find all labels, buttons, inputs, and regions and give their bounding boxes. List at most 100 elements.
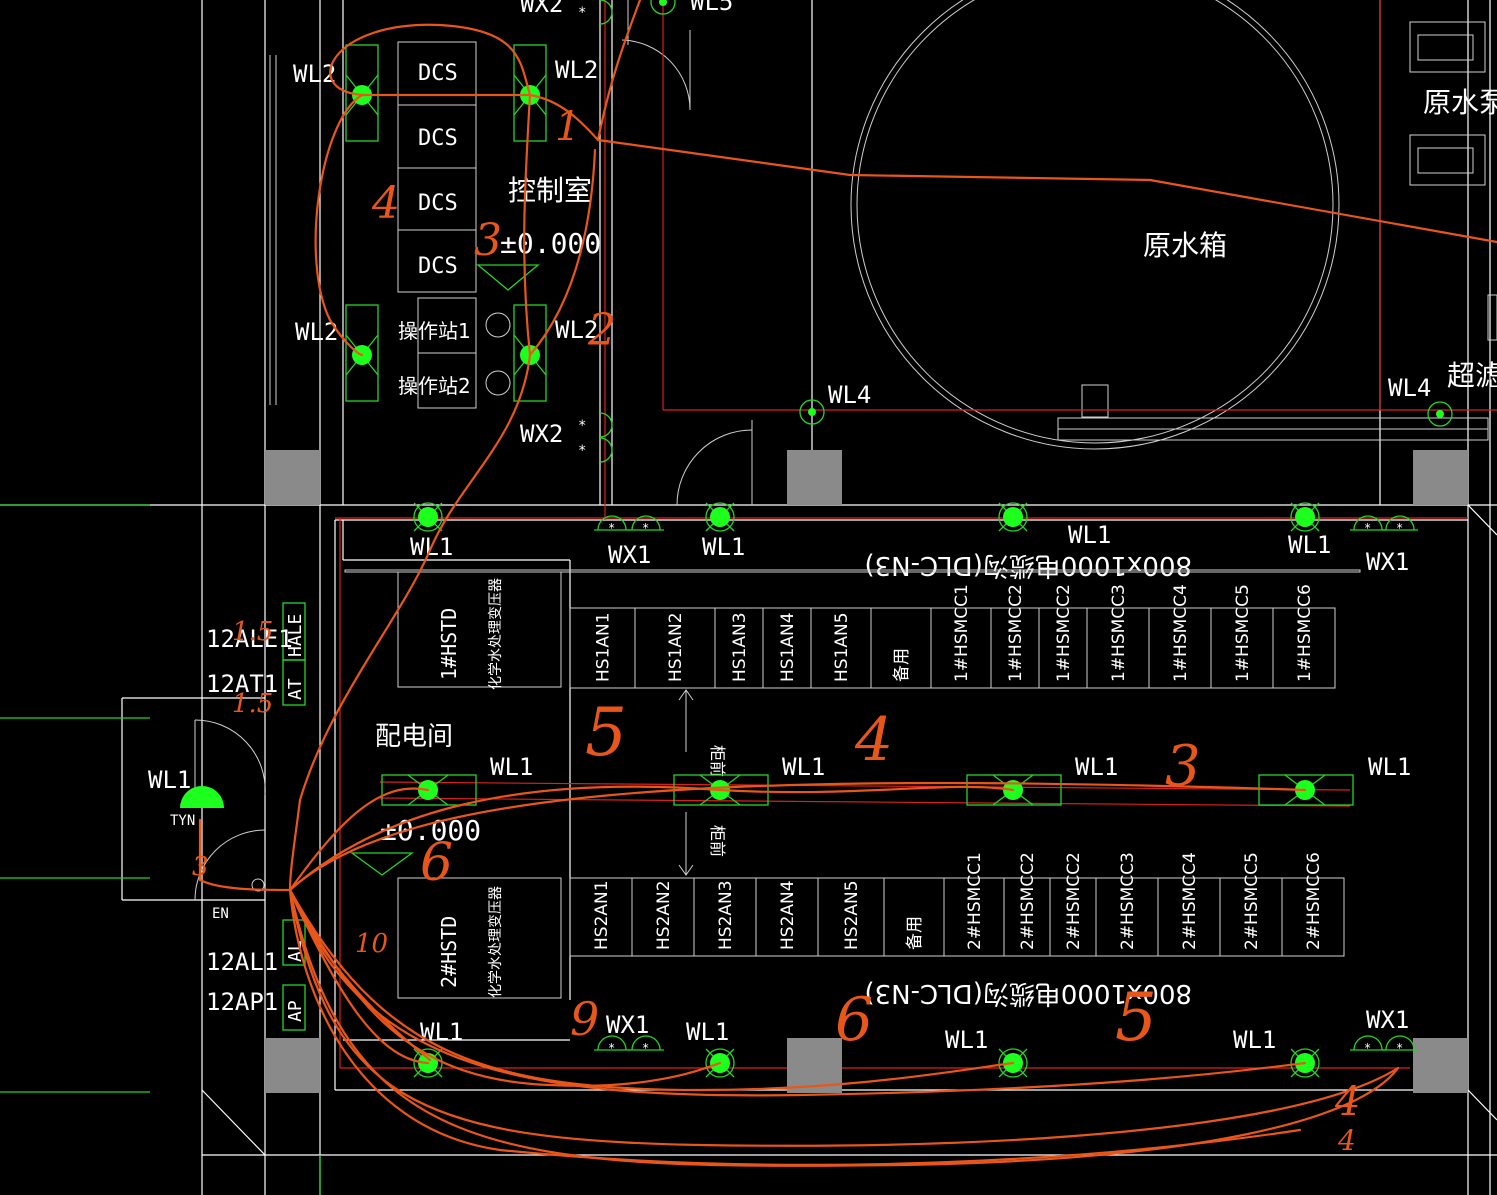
cabinet-front-label-2: 柜前	[708, 825, 727, 857]
svg-text:*: *	[1364, 521, 1371, 535]
ultrafiltration-label: 超滤	[1447, 359, 1497, 392]
label-tyn: TYN	[170, 813, 195, 829]
label-wl1-entrance: WL1	[148, 766, 191, 794]
cad-drawing-canvas: DCS DCS DCS DCS 操作站1 操作站2 控制室 ±0.000 原水箱…	[0, 0, 1497, 1195]
svg-text:3: 3	[474, 215, 502, 266]
ceiling-lamp	[705, 502, 735, 532]
switchgear-row-1: HS1AN1 HS1AN2 HS1AN3 HS1AN4 HS1AN5 备用 1#HSMCC1…	[569, 584, 1336, 689]
switchgear-label: 2#HSMCC6	[1304, 852, 1324, 950]
svg-text:2: 2	[587, 305, 616, 356]
svg-text:*: *	[578, 418, 586, 434]
switchgear-label: HS1AN1	[594, 612, 614, 682]
lighting-fixtures: * * * * * * * * * * *	[345, 0, 1453, 1078]
switchgear-label: 2#HSMCC2	[1018, 852, 1038, 950]
circuit-label: WL1	[1288, 531, 1331, 559]
column	[265, 450, 320, 505]
switchgear-label: 备用	[905, 916, 925, 950]
circuit-label: WL1	[1233, 1026, 1276, 1054]
svg-text:4: 4	[1337, 1124, 1356, 1157]
column	[1413, 450, 1468, 505]
distribution-room-title: 配电间	[375, 722, 453, 752]
dcs-label: DCS	[418, 191, 458, 216]
switchgear-label: HS1AN5	[832, 612, 852, 682]
svg-text:2#HSTD: 2#HSTD	[437, 916, 461, 988]
circuit-label: WX1	[606, 1011, 649, 1039]
svg-text:4: 4	[1334, 1079, 1360, 1125]
svg-text:1.5: 1.5	[232, 689, 273, 719]
wall-lamp	[1427, 401, 1453, 427]
svg-text:9: 9	[570, 992, 599, 1046]
circuit-label: WL1	[702, 533, 745, 561]
svg-text:3: 3	[1165, 734, 1201, 799]
switchgear-label: 1#HSMCC2	[1054, 584, 1074, 682]
circuit-label: WX2	[520, 0, 563, 18]
circuit-label: WL1	[420, 1018, 463, 1046]
socket-icon: *	[594, 515, 630, 535]
level-marker-icon	[476, 264, 540, 291]
svg-text:5: 5	[585, 694, 627, 771]
svg-text:4: 4	[371, 178, 400, 229]
dcs-label: DCS	[418, 254, 458, 279]
panel-12al1: 12AL1	[206, 948, 278, 976]
circuit-label: WL1	[782, 753, 825, 781]
column	[1413, 1038, 1468, 1093]
svg-text:6: 6	[835, 985, 873, 1055]
svg-text:*: *	[608, 1041, 615, 1055]
svg-text:3: 3	[192, 852, 209, 882]
circuit-label: WX1	[1366, 548, 1409, 576]
column	[787, 450, 842, 505]
circuit-label: WL4	[1388, 374, 1431, 402]
svg-text:化学水处理变压器: 化学水处理变压器	[488, 886, 504, 998]
svg-text:*: *	[642, 521, 649, 535]
ceiling-lamp	[413, 502, 443, 532]
circuit-label: WL1	[1068, 521, 1111, 549]
label-en: EN	[212, 906, 229, 922]
switchgear-label: 2#HSMCC3	[1118, 852, 1138, 950]
transformer-1: 1#HSTD 化学水处理变压器	[397, 571, 562, 690]
svg-text:*: *	[578, 5, 586, 21]
switchgear-label: 1#HSMCC5	[1233, 584, 1253, 682]
socket-icon: *	[578, 412, 613, 438]
circuit-label: WX2	[520, 420, 563, 448]
switchgear-label: HS2AN4	[778, 880, 798, 950]
switchgear-label: 2#HSMCC4	[1180, 852, 1200, 950]
level-marker-icon	[350, 852, 414, 876]
circuit-label: WL1	[686, 1018, 729, 1046]
operator-station-1: 操作站1	[398, 319, 471, 343]
switchgear-label: 2#HSMCC2	[1064, 852, 1084, 950]
dcs-label: DCS	[418, 61, 458, 86]
raw-water-tank-label: 原水箱	[1143, 229, 1227, 262]
panel-tags: HALE AT AL AP 12ALE1 12AT1 12AL1 12AP1 E…	[148, 602, 306, 1031]
panel-12ap1: 12AP1	[206, 988, 278, 1016]
svg-text:4: 4	[854, 705, 893, 775]
ceiling-lamp	[1290, 502, 1320, 532]
tag-at: AT	[285, 678, 306, 700]
svg-text:10: 10	[355, 929, 388, 959]
socket-icon: *	[578, 0, 613, 25]
socket-icon: *	[1350, 1035, 1386, 1055]
svg-text:*: *	[1364, 1041, 1371, 1055]
operator-stations: 操作站1 操作站2	[398, 297, 511, 409]
circuit-label: WX1	[608, 541, 651, 569]
circuit-label: WL5	[690, 0, 733, 16]
svg-text:5: 5	[1115, 979, 1157, 1056]
circuit-label: WL1	[1075, 753, 1118, 781]
socket-icon: *	[578, 437, 613, 463]
svg-text:化学水处理变压器: 化学水处理变压器	[488, 578, 504, 690]
switchgear-label: 1#HSMCC4	[1171, 584, 1191, 682]
circuit-label: WL1	[1368, 753, 1411, 781]
socket-icon: *	[1350, 515, 1386, 535]
switchgear-label: HS1AN4	[778, 612, 798, 682]
switchgear-label: 1#HSMCC2	[1006, 584, 1026, 682]
svg-text:1.5: 1.5	[232, 617, 273, 647]
switchgear-label: HS2AN1	[592, 880, 612, 950]
switchgear-label: 1#HSMCC3	[1109, 584, 1129, 682]
socket-icon: *	[1382, 515, 1418, 535]
ceiling-lamp	[998, 502, 1028, 532]
tag-ap: AP	[285, 1000, 306, 1022]
svg-text:*: *	[608, 521, 615, 535]
control-room-title: 控制室	[508, 174, 592, 207]
switchgear-label: HS2AN2	[654, 880, 674, 950]
switchgear-label: HS2AN5	[842, 880, 862, 950]
switchgear-label: 1#HSMCC6	[1295, 584, 1315, 682]
